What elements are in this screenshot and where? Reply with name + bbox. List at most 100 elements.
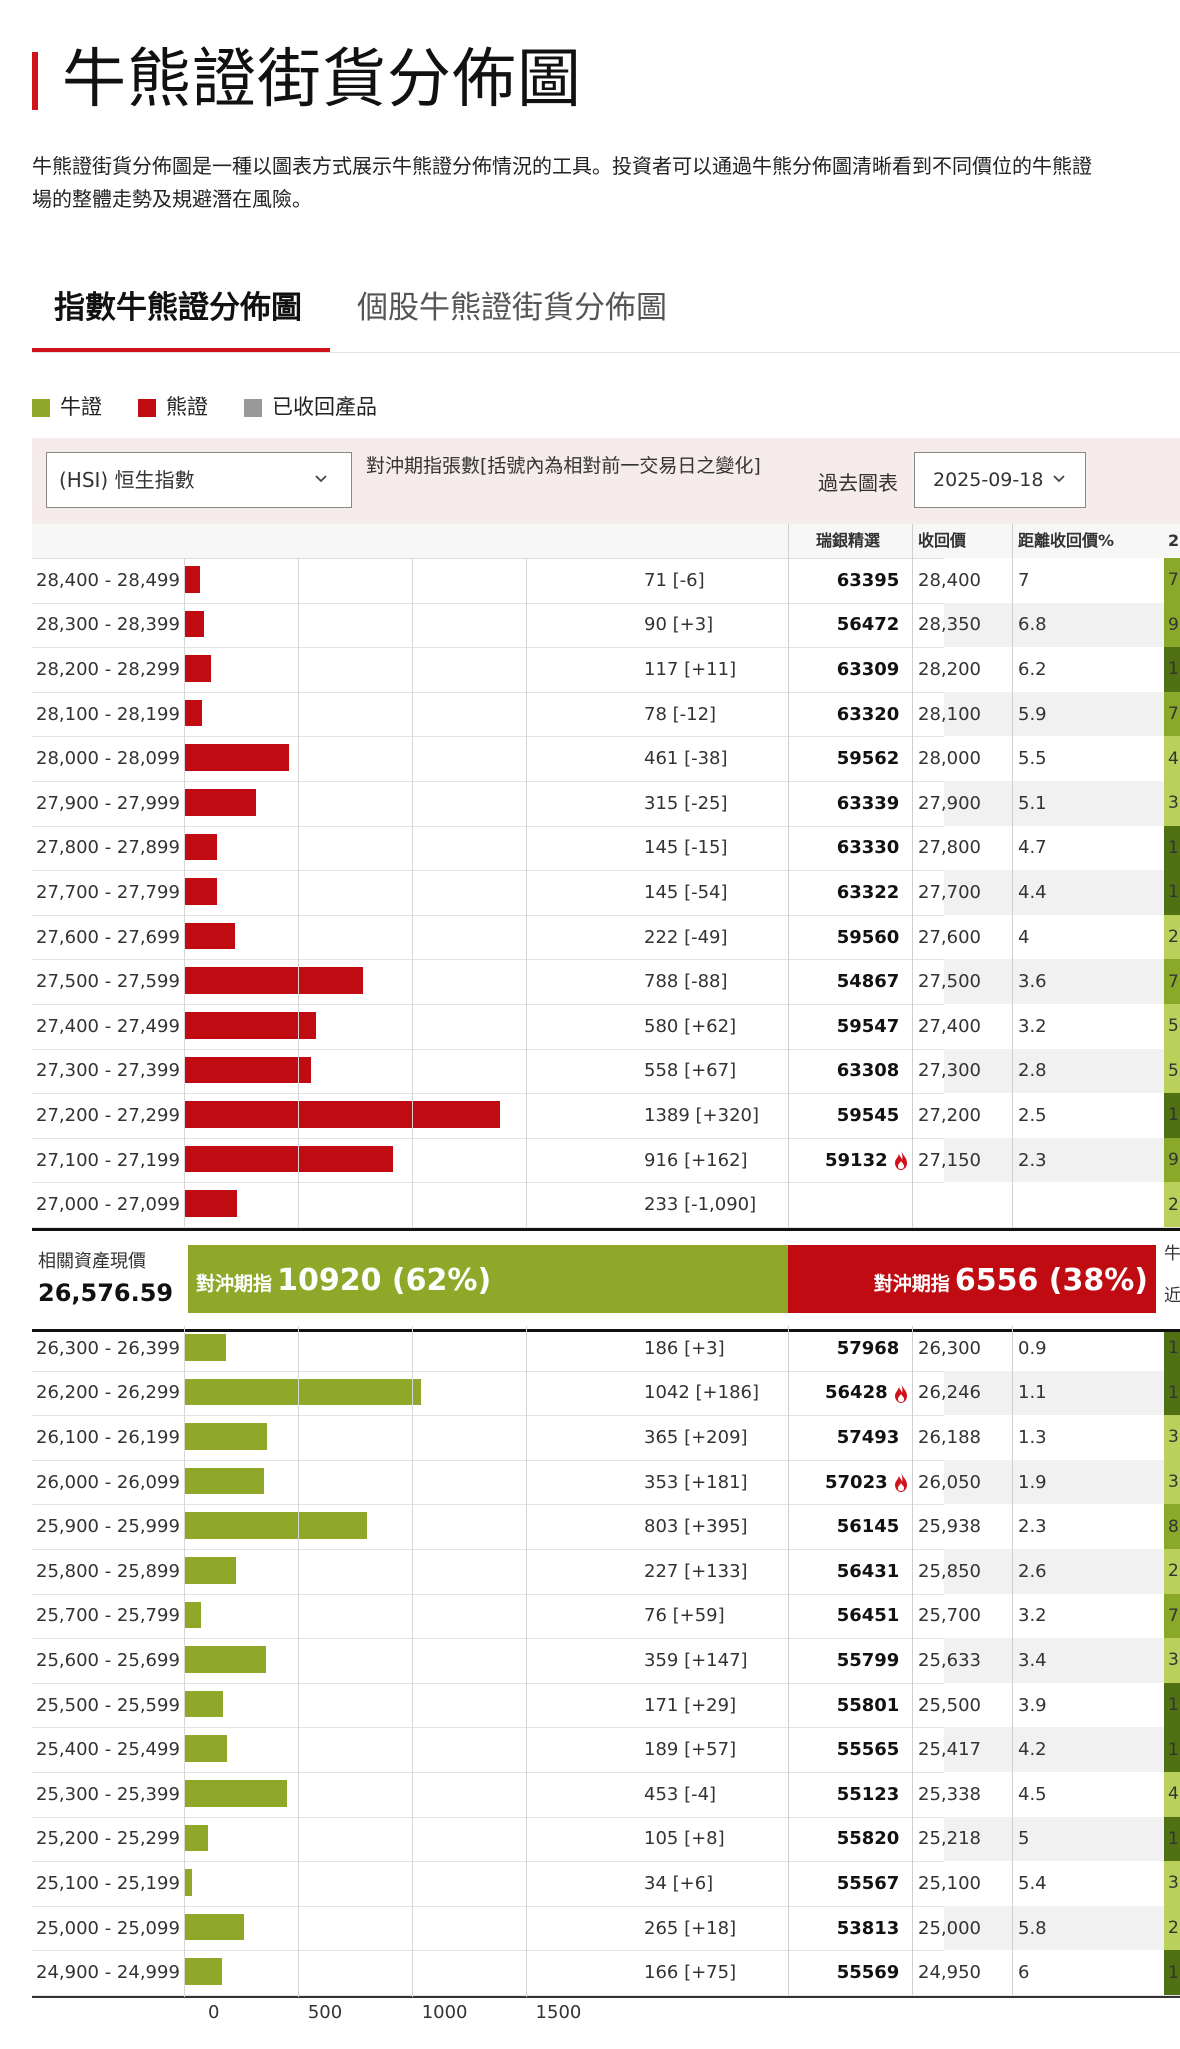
row-extra-strip: 1 xyxy=(1164,647,1180,692)
row-ubs-code[interactable]: 63308 xyxy=(820,1049,916,1094)
bear-row: 27,400 - 27,499 580 [+62] 59547 27,400 3.2 5 xyxy=(32,1004,1180,1050)
bull-bar[interactable] xyxy=(184,1378,422,1406)
row-extra-text: 7 xyxy=(1168,704,1179,725)
bull-row: 26,200 - 26,299 1042 [+186] 56428 26,246 1.1… xyxy=(32,1370,1180,1417)
column-separator xyxy=(912,1326,913,1995)
bull-bar[interactable] xyxy=(184,1780,288,1807)
row-ubs-code[interactable]: 63322 xyxy=(820,870,916,915)
bear-bar[interactable] xyxy=(184,744,289,771)
row-ubs-code[interactable]: 55799 xyxy=(820,1638,916,1683)
bull-bar[interactable] xyxy=(184,1334,227,1361)
row-extra-text: 7 xyxy=(1168,1605,1179,1626)
row-contracts: 227 [+133] xyxy=(644,1560,748,1582)
bull-row: 25,200 - 25,299 105 [+8] 55820 25,218 5 1 xyxy=(32,1816,1180,1863)
row-ubs-code[interactable]: 56428 xyxy=(825,1371,907,1416)
bull-bar[interactable] xyxy=(184,1646,266,1673)
date-select[interactable]: 2025-09-18 xyxy=(914,452,1086,508)
row-ubs-code xyxy=(820,1182,916,1227)
row-ubs-code[interactable]: 57493 xyxy=(820,1415,916,1460)
row-ubs-code[interactable]: 59547 xyxy=(820,1004,916,1049)
bear-bar[interactable] xyxy=(184,699,202,727)
bull-bar[interactable] xyxy=(184,1557,236,1584)
row-ubs-code[interactable]: 63339 xyxy=(820,781,916,826)
row-ubs-code[interactable]: 57968 xyxy=(820,1326,916,1371)
row-ubs-code[interactable]: 55569 xyxy=(820,1950,916,1995)
row-ubs-code[interactable]: 59562 xyxy=(820,736,916,781)
bear-row: 28,400 - 28,499 71 [-6] 63395 28,400 7 7 xyxy=(32,558,1180,604)
row-contracts: 145 [-54] xyxy=(644,881,728,903)
bear-bar[interactable] xyxy=(184,1145,393,1173)
row-ubs-code[interactable]: 59560 xyxy=(820,915,916,960)
bull-bar[interactable] xyxy=(184,1512,367,1539)
row-contracts: 145 [-15] xyxy=(644,837,728,859)
row-call-price: 28,400 xyxy=(918,569,981,591)
bear-bar[interactable] xyxy=(184,1101,501,1128)
row-ubs-code[interactable]: 55565 xyxy=(820,1727,916,1772)
bear-bar[interactable] xyxy=(184,655,211,682)
row-ubs-code[interactable]: 63309 xyxy=(820,647,916,692)
bear-bar[interactable] xyxy=(184,789,256,816)
bull-bar[interactable] xyxy=(184,1423,268,1450)
row-ubs-code[interactable]: 56472 xyxy=(820,603,916,648)
row-distance: 4.5 xyxy=(1018,1783,1047,1805)
row-contracts: 788 [-88] xyxy=(644,971,728,993)
row-ubs-code[interactable]: 55567 xyxy=(820,1861,916,1906)
row-ubs-code[interactable]: 55801 xyxy=(820,1683,916,1728)
row-ubs-code[interactable]: 63330 xyxy=(820,826,916,871)
bull-bar[interactable] xyxy=(184,1913,245,1941)
row-ubs-code-text: 59132 xyxy=(825,1149,888,1171)
row-ubs-code[interactable]: 63320 xyxy=(820,692,916,737)
row-ubs-code[interactable]: 63395 xyxy=(820,558,916,603)
row-extra-strip: 3 xyxy=(1164,1861,1180,1906)
row-ubs-code[interactable]: 54867 xyxy=(820,959,916,1004)
row-extra-strip: 7 xyxy=(1164,558,1180,603)
row-ubs-code[interactable]: 59545 xyxy=(820,1093,916,1138)
bear-bar[interactable] xyxy=(184,610,205,638)
row-contracts: 233 [-1,090] xyxy=(644,1194,757,1216)
bear-bar[interactable] xyxy=(184,1056,312,1084)
row-extra-text: 1 xyxy=(1168,1828,1179,1849)
row-ubs-code[interactable]: 56431 xyxy=(820,1549,916,1594)
row-range: 26,000 - 26,099 xyxy=(36,1471,180,1493)
row-ubs-code[interactable]: 56145 xyxy=(820,1504,916,1549)
row-ubs-code[interactable]: 55123 xyxy=(820,1772,916,1817)
row-ubs-code-text: 53813 xyxy=(836,1917,900,1939)
bull-bar[interactable] xyxy=(184,1735,228,1762)
bear-row: 28,100 - 28,199 78 [-12] 63320 28,100 5.9 7 xyxy=(32,691,1180,738)
col-extra: 2 xyxy=(1168,531,1180,550)
tab-stock-cbbc[interactable]: 個股牛熊證街貨分佈圖 xyxy=(357,286,667,330)
bear-bar[interactable] xyxy=(184,566,201,593)
row-ubs-code[interactable]: 57023 xyxy=(825,1460,907,1505)
bull-bar[interactable] xyxy=(184,1958,222,1985)
column-header-row: 瑞銀精選 收回價 距離收回價% 2 xyxy=(32,524,1180,559)
bull-hedge-value: 10920 (62%) xyxy=(277,1263,492,1298)
bull-bar[interactable] xyxy=(184,1690,223,1718)
bear-bar[interactable] xyxy=(184,1012,317,1039)
bull-bar[interactable] xyxy=(184,1467,265,1495)
row-extra-text: 1 xyxy=(1168,1382,1179,1403)
column-separator xyxy=(912,524,913,1227)
row-ubs-code[interactable]: 59132 xyxy=(825,1138,907,1183)
row-extra-text: 4 xyxy=(1168,748,1179,769)
bull-bar[interactable] xyxy=(184,1824,208,1852)
row-extra-text: 5 xyxy=(1168,1060,1179,1081)
row-extra-text: 9 xyxy=(1168,614,1179,635)
index-select[interactable]: (HSI) 恒生指數 xyxy=(46,452,352,508)
row-ubs-code[interactable]: 56451 xyxy=(820,1594,916,1639)
row-range: 25,600 - 25,699 xyxy=(36,1649,180,1671)
row-contracts: 359 [+147] xyxy=(644,1649,748,1671)
bear-bar[interactable] xyxy=(184,878,218,905)
row-call-price: 27,500 xyxy=(918,971,981,993)
bull-bar[interactable] xyxy=(184,1601,202,1629)
row-ubs-code-text: 55565 xyxy=(836,1739,900,1761)
bear-bar[interactable] xyxy=(184,1190,238,1217)
row-extra-strip: 4 xyxy=(1164,736,1180,781)
bear-bar[interactable] xyxy=(184,922,235,950)
tab-index-cbbc[interactable]: 指數牛熊證分佈圖 xyxy=(54,286,302,330)
row-ubs-code[interactable]: 55820 xyxy=(820,1817,916,1862)
bear-bar[interactable] xyxy=(184,967,364,994)
row-ubs-code[interactable]: 53813 xyxy=(820,1906,916,1951)
row-call-price: 25,500 xyxy=(918,1694,981,1716)
bull-bar[interactable] xyxy=(184,1869,192,1896)
bear-bar[interactable] xyxy=(184,833,218,861)
